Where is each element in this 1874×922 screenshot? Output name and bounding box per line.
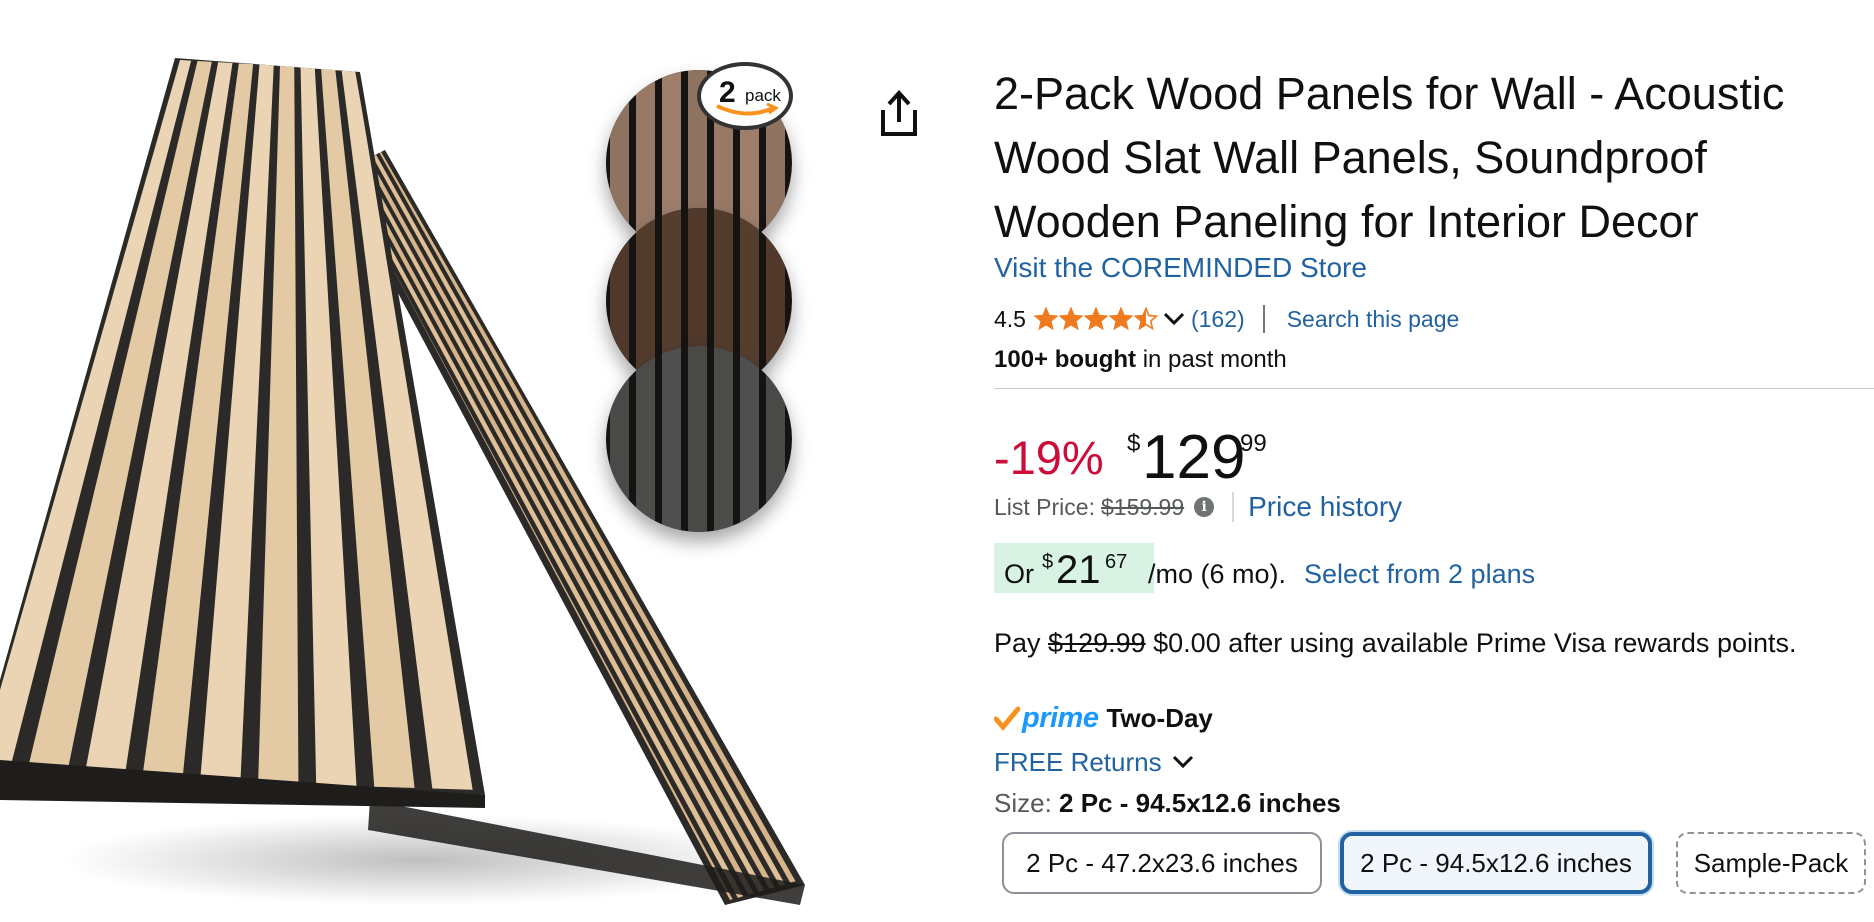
- star-icon: [1083, 307, 1108, 331]
- star-icon: [1033, 307, 1058, 331]
- size-label: Size:: [994, 788, 1060, 818]
- list-price-row: List Price: $159.99 i Price history: [994, 490, 1402, 524]
- star-icon: [1058, 307, 1083, 331]
- bought-in-past-month: 100+ bought in past month: [994, 346, 1287, 374]
- star-rating[interactable]: [1033, 307, 1159, 331]
- price-whole: 129: [1142, 423, 1246, 492]
- swatch-charcoal-image: [606, 346, 792, 532]
- price-fraction: 99: [1240, 430, 1267, 457]
- rating-row: 4.5 (162) Search this page: [994, 302, 1459, 336]
- info-icon[interactable]: i: [1194, 497, 1215, 517]
- bought-period: in past month: [1136, 346, 1287, 373]
- list-price-label: List Price:: [994, 493, 1095, 520]
- section-divider: [994, 388, 1874, 389]
- front-panel: [0, 58, 485, 808]
- store-link[interactable]: Visit the COREMINDED Store: [994, 252, 1367, 284]
- chevron-down-icon[interactable]: [1163, 312, 1185, 326]
- share-icon[interactable]: [875, 88, 923, 140]
- swatch-charcoal[interactable]: [606, 346, 792, 532]
- amazon-smile-icon: [716, 102, 779, 116]
- free-returns-link[interactable]: FREE Returns: [994, 747, 1162, 778]
- review-count-link[interactable]: (162): [1191, 306, 1245, 333]
- prime-logo: prime: [1022, 701, 1099, 734]
- installment-whole: 21: [1056, 548, 1101, 592]
- size-option-94x12-selected[interactable]: 2 Pc - 94.5x12.6 inches: [1340, 832, 1652, 894]
- prime-check-icon: [994, 706, 1020, 731]
- star-icon: [1133, 307, 1158, 331]
- installment-term: /mo (6 mo).: [1148, 559, 1287, 589]
- prime-delivery: prime Two-Day: [994, 700, 1213, 736]
- installment-or: Or: [1004, 559, 1034, 589]
- price-history-link[interactable]: Price history: [1248, 491, 1402, 523]
- size-option-47x23[interactable]: 2 Pc - 47.2x23.6 inches: [1002, 832, 1322, 894]
- star-icon: [1108, 307, 1133, 331]
- select-plans-link[interactable]: Select from 2 plans: [1304, 559, 1535, 590]
- bought-count: 100+ bought: [994, 346, 1137, 373]
- rating-value: 4.5: [994, 305, 1026, 332]
- size-option-sample-pack[interactable]: Sample-Pack: [1676, 832, 1866, 894]
- search-this-page-link[interactable]: Search this page: [1287, 306, 1460, 333]
- list-price-divider: [1232, 492, 1235, 522]
- discount-percent: -19%: [994, 431, 1104, 484]
- rewards-text: $0.00 after using available Prime Visa r…: [1145, 628, 1797, 658]
- rewards-pay: Pay: [994, 628, 1049, 658]
- prime-visa-rewards: Pay $129.99 $0.00 after using available …: [994, 628, 1797, 659]
- installment-currency-symbol: $: [1042, 551, 1054, 573]
- size-selected-value: 2 Pc - 94.5x12.6 inches: [1059, 788, 1341, 818]
- returns-row[interactable]: FREE Returns: [994, 745, 1194, 779]
- size-row: Size: 2 Pc - 94.5x12.6 inches: [994, 788, 1341, 819]
- delivery-speed: Two-Day: [1106, 702, 1213, 733]
- product-image-area: 2 pack: [0, 0, 820, 922]
- two-pack-badge: 2 pack: [697, 62, 793, 130]
- rewards-old-price: $129.99: [1048, 628, 1146, 658]
- product-title: 2-Pack Wood Panels for Wall - Acoustic W…: [994, 68, 1785, 247]
- list-price-value: $159.99: [1100, 493, 1185, 520]
- chevron-down-icon[interactable]: [1172, 755, 1194, 769]
- rating-divider: [1262, 305, 1265, 333]
- installment-fraction: 67: [1105, 551, 1128, 573]
- price-currency-symbol: $: [1127, 430, 1141, 457]
